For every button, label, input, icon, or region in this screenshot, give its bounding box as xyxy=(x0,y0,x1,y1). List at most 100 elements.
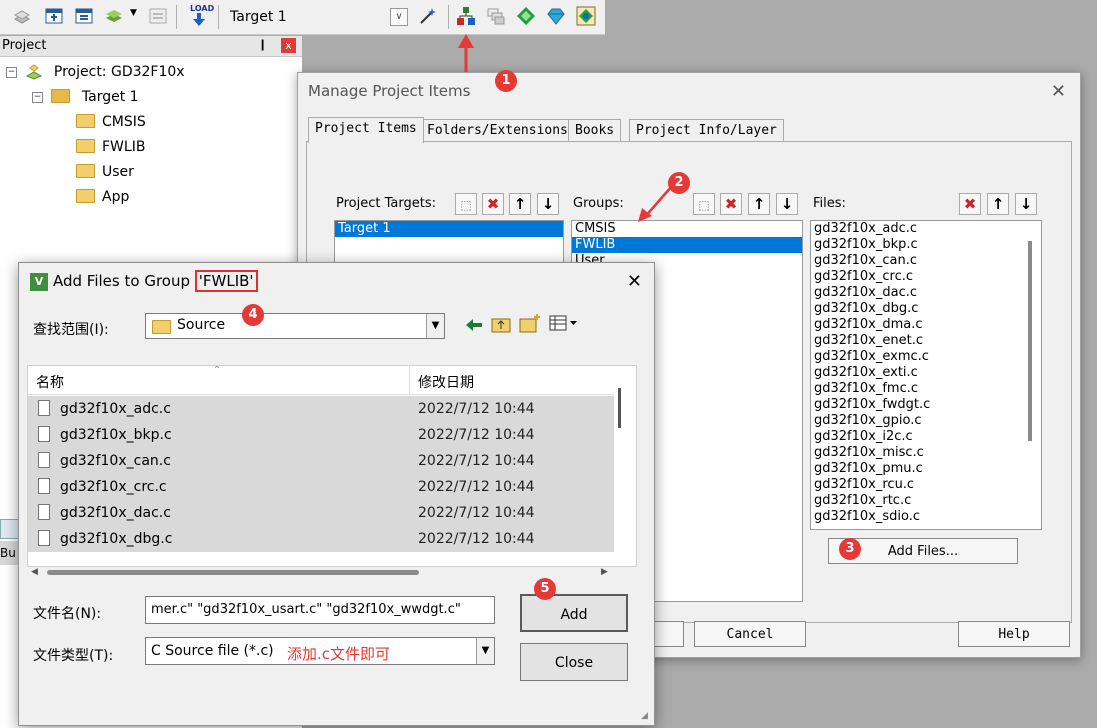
look-in-combo[interactable]: Source ▼ xyxy=(145,313,445,339)
panel-close-button[interactable]: x xyxy=(281,38,296,53)
move-up-group-button[interactable]: ↑ xyxy=(748,193,770,215)
sort-icon: ˄ xyxy=(214,365,220,378)
move-down-target-button[interactable]: ↓ xyxy=(537,193,559,215)
scroll-left-icon[interactable]: ◀ xyxy=(31,567,38,577)
list-item[interactable]: FWLIB xyxy=(572,237,802,253)
file-list-item[interactable]: gd32f10x_crc.c xyxy=(811,269,1041,285)
file-list-item[interactable]: gd32f10x_enet.c xyxy=(811,333,1041,349)
target-select[interactable]: Target 1 xyxy=(226,6,414,28)
view-menu-icon[interactable] xyxy=(549,315,579,331)
stop-build-icon[interactable] xyxy=(148,6,168,26)
panel-tab-icon[interactable] xyxy=(0,519,20,539)
column-date-header[interactable]: 修改日期 xyxy=(418,372,474,392)
chevron-down-icon[interactable]: ▼ xyxy=(476,638,494,664)
file-list-item[interactable]: gd32f10x_dma.c xyxy=(811,317,1041,333)
files-list[interactable]: gd32f10x_adc.c gd32f10x_bkp.c gd32f10x_can… xyxy=(810,220,1042,530)
tree-group-cmsis[interactable]: CMSIS xyxy=(76,112,146,132)
select-packs-icon[interactable] xyxy=(546,6,566,26)
move-up-target-button[interactable]: ↑ xyxy=(509,193,531,215)
new-group-button[interactable]: ⬚ xyxy=(693,193,715,215)
delete-file-button[interactable]: ✖ xyxy=(959,193,981,215)
file-list-item[interactable]: gd32f10x_fwdgt.c xyxy=(811,397,1041,413)
file-list-item[interactable]: gd32f10x_sdio.c xyxy=(811,509,1041,525)
file-row[interactable]: gd32f10x_bkp.c 2022/7/12 10:44 xyxy=(28,422,614,448)
add-button[interactable]: Add xyxy=(520,594,628,632)
file-list-item[interactable]: gd32f10x_exmc.c xyxy=(811,349,1041,365)
collapse-icon[interactable]: − xyxy=(32,91,43,103)
tab-folders-extensions[interactable]: Folders/Extensions xyxy=(420,119,575,142)
files-scrollbar[interactable] xyxy=(1028,241,1032,441)
file-list-item[interactable]: gd32f10x_adc.c xyxy=(811,221,1041,237)
file-list-item[interactable]: gd32f10x_rcu.c xyxy=(811,477,1041,493)
resize-grip-icon[interactable]: ◢ xyxy=(641,711,648,721)
column-name-header[interactable]: 名称 xyxy=(36,372,64,392)
move-up-file-button[interactable]: ↑ xyxy=(987,193,1009,215)
books-icon[interactable] xyxy=(486,6,506,26)
file-list-item[interactable]: gd32f10x_bkp.c xyxy=(811,237,1041,253)
translate-icon[interactable] xyxy=(12,6,32,26)
help-button[interactable]: Help xyxy=(958,621,1070,647)
new-target-button[interactable]: ⬚ xyxy=(455,193,477,215)
run-time-environment-icon[interactable] xyxy=(576,6,596,26)
list-item[interactable]: Target 1 xyxy=(335,221,563,237)
file-list-item[interactable]: gd32f10x_i2c.c xyxy=(811,429,1041,445)
pack-installer-icon[interactable] xyxy=(516,6,536,26)
delete-target-button[interactable]: ✖ xyxy=(482,193,504,215)
file-row[interactable]: gd32f10x_crc.c 2022/7/12 10:44 xyxy=(28,474,614,500)
file-row[interactable]: gd32f10x_adc.c 2022/7/12 10:44 xyxy=(28,396,614,422)
file-list-item[interactable]: gd32f10x_can.c xyxy=(811,253,1041,269)
close-icon[interactable]: ✕ xyxy=(627,271,642,292)
list-item[interactable]: CMSIS xyxy=(572,221,802,237)
chevron-down-icon[interactable]: ▼ xyxy=(426,314,444,338)
close-button[interactable]: Close xyxy=(520,643,628,681)
tree-target[interactable]: − Target 1 xyxy=(32,87,139,107)
tab-project-info-layer[interactable]: Project Info/Layer xyxy=(629,119,784,142)
batch-build-icon[interactable] xyxy=(104,6,124,26)
build-icon[interactable] xyxy=(44,6,64,26)
vertical-scrollbar[interactable] xyxy=(618,388,621,428)
tree-group-user[interactable]: User xyxy=(76,162,134,182)
file-list-item[interactable]: gd32f10x_misc.c xyxy=(811,445,1041,461)
file-row[interactable]: gd32f10x_can.c 2022/7/12 10:44 xyxy=(28,448,614,474)
pin-icon[interactable]: ❙ xyxy=(258,38,267,51)
collapse-icon[interactable]: − xyxy=(6,66,17,78)
tree-group-label: CMSIS xyxy=(102,114,146,130)
manage-project-items-icon[interactable] xyxy=(456,6,476,26)
filetype-select[interactable]: C Source file (*.c) 添加.c文件即可 ▼ xyxy=(145,637,495,665)
ok-button-partial[interactable] xyxy=(654,621,684,647)
tab-project-items[interactable]: Project Items xyxy=(308,117,424,143)
new-folder-icon[interactable] xyxy=(519,313,541,333)
magic-wand-icon[interactable] xyxy=(418,6,438,26)
horizontal-scrollbar[interactable] xyxy=(47,570,419,575)
target-dropdown-arrow[interactable]: ∨ xyxy=(390,8,408,26)
file-icon xyxy=(38,426,50,442)
file-list-item[interactable]: gd32f10x_dac.c xyxy=(811,285,1041,301)
tree-group-app[interactable]: App xyxy=(76,187,129,207)
file-row[interactable]: gd32f10x_dac.c 2022/7/12 10:44 xyxy=(28,500,614,526)
tab-books[interactable]: Books xyxy=(568,119,622,142)
file-list-item[interactable]: gd32f10x_pmu.c xyxy=(811,461,1041,477)
build-output-tab[interactable]: Bu xyxy=(0,541,18,565)
file-list[interactable]: 名称 ˄ 修改日期 gd32f10x_adc.c 2022/7/12 10:44 g… xyxy=(27,365,637,567)
file-list-item[interactable]: gd32f10x_fmc.c xyxy=(811,381,1041,397)
batch-dropdown-icon[interactable]: ▼ xyxy=(130,8,137,18)
file-row[interactable]: gd32f10x_dbg.c 2022/7/12 10:44 xyxy=(28,526,614,552)
file-list-item[interactable]: gd32f10x_dbg.c xyxy=(811,301,1041,317)
scroll-right-icon[interactable]: ▶ xyxy=(601,567,608,577)
move-down-file-button[interactable]: ↓ xyxy=(1015,193,1037,215)
back-icon[interactable] xyxy=(465,317,483,333)
file-list-item[interactable]: gd32f10x_rtc.c xyxy=(811,493,1041,509)
move-down-group-button[interactable]: ↓ xyxy=(776,193,798,215)
cancel-button[interactable]: Cancel xyxy=(694,621,806,647)
close-icon[interactable]: ✕ xyxy=(1051,81,1066,102)
file-list-item[interactable]: gd32f10x_gpio.c xyxy=(811,413,1041,429)
tree-group-fwlib[interactable]: FWLIB xyxy=(76,137,145,157)
load-icon[interactable]: LOAD xyxy=(188,4,214,28)
tree-root-project[interactable]: − Project: GD32F10x xyxy=(6,62,185,82)
delete-group-button[interactable]: ✖ xyxy=(720,193,742,215)
up-folder-icon[interactable] xyxy=(491,315,511,333)
file-list-item[interactable]: gd32f10x_exti.c xyxy=(811,365,1041,381)
rebuild-icon[interactable] xyxy=(74,6,94,26)
file-date: 2022/7/12 10:44 xyxy=(418,505,535,521)
filename-input[interactable]: mer.c" "gd32f10x_usart.c" "gd32f10x_wwdg… xyxy=(145,596,495,624)
